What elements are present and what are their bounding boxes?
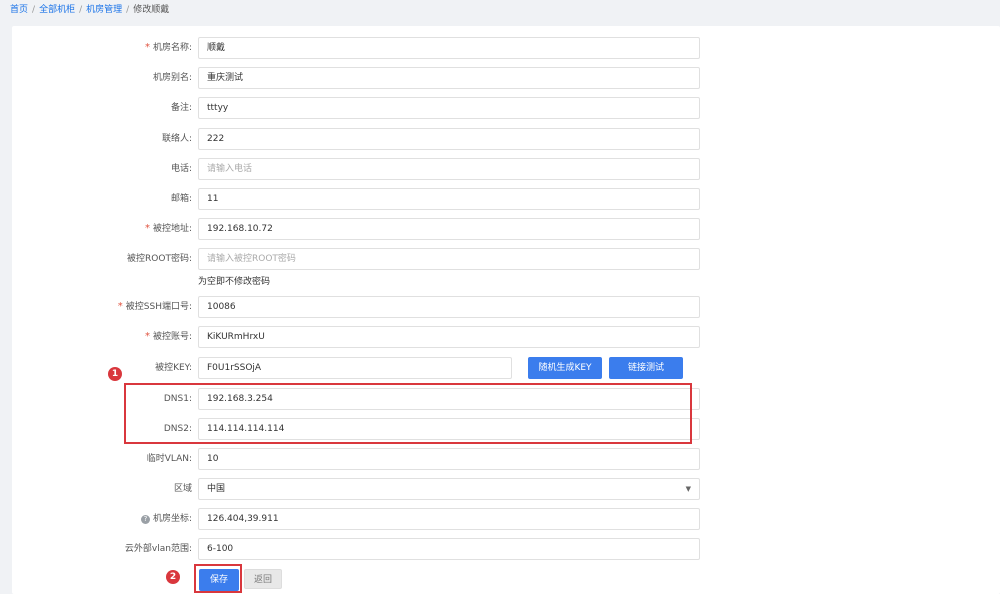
form-row-room-name: * 机房名称: [12,37,712,59]
form-row-email: 邮箱: [12,188,712,210]
ssh-port-input[interactable] [198,296,700,318]
temp-vlan-input[interactable] [198,448,700,470]
room-name-label: 机房名称: [152,43,192,53]
region-label: 区域 [173,484,192,494]
question-circle-icon[interactable]: ? [140,515,150,524]
email-label: 邮箱: [170,194,192,204]
form-row-contact: 联络人: [12,128,712,150]
vlan-range-label: 云外部vlan范围: [124,544,192,554]
required-mark: * [144,331,150,342]
form-row-phone: 电话: [12,158,712,180]
required-mark: * [144,42,150,53]
breadcrumb-separator: / [79,5,83,15]
email-input[interactable] [198,188,700,210]
form-row-vlan-range: 云外部vlan范围: [12,538,712,560]
breadcrumb-all-cabinets[interactable]: 全部机柜 [39,5,75,15]
phone-input[interactable] [198,158,700,180]
save-button[interactable]: 保存 [199,569,239,591]
room-alias-input[interactable] [198,67,700,89]
form-actions: 保存 返回 [12,569,712,591]
dns1-label: DNS1: [163,394,192,404]
form-row-dns2: DNS2: [12,418,712,440]
link-test-button[interactable]: 链接测试 [609,357,683,379]
breadcrumb-room-management[interactable]: 机房管理 [86,5,122,15]
key-label: 被控KEY: [155,363,192,373]
root-password-label: 被控ROOT密码: [127,254,192,264]
room-name-input[interactable] [198,37,700,59]
breadcrumb-separator: / [126,5,130,15]
remark-label: 备注: [170,103,192,113]
root-password-input[interactable] [198,248,700,270]
controlled-address-label: 被控地址: [152,224,192,234]
annotation-badge-1: 1 [108,367,122,381]
coordinates-label: 机房坐标: [152,514,192,524]
form-row-remark: 备注: [12,97,712,119]
form-row-dns1: DNS1: [12,388,712,410]
back-button[interactable]: 返回 [244,569,282,589]
random-key-button[interactable]: 随机生成KEY [528,357,602,379]
form-row-account: * 被控账号: [12,326,712,348]
phone-label: 电话: [170,164,192,174]
contact-input[interactable] [198,128,700,150]
required-mark: * [144,223,150,234]
region-select[interactable]: 中国 ▼ [198,478,700,500]
contact-label: 联络人: [161,134,192,144]
form-row-room-alias: 机房别名: [12,67,712,89]
temp-vlan-label: 临时VLAN: [146,454,192,464]
dns2-input[interactable] [198,418,700,440]
ssh-port-label: 被控SSH端口号: [125,302,192,312]
form-row-temp-vlan: 临时VLAN: [12,448,712,470]
form-row-ssh-port: * 被控SSH端口号: [12,296,712,318]
edit-room-form: *机房名称: 机房别名: 备注: 联络人: 电话: 邮箱: *被控地址: 被控R… [12,26,1000,594]
form-row-controlled-address: * 被控地址: [12,218,712,240]
controlled-address-input[interactable] [198,218,700,240]
coordinates-input[interactable] [198,508,700,530]
key-input[interactable] [198,357,512,379]
caret-down-icon: ▼ [685,485,691,493]
region-selected-value: 中国 [207,484,226,494]
room-alias-label: 机房别名: [152,73,192,83]
breadcrumb-separator: / [32,5,36,15]
dns2-label: DNS2: [163,424,192,434]
account-label: 被控账号: [152,332,192,342]
breadcrumb-current: 修改顺戴 [133,5,170,15]
required-mark: * [117,301,123,312]
breadcrumb: 首页 / 全部机柜 / 机房管理 / 修改顺戴 [10,3,169,17]
form-row-coordinates: ? 机房坐标: [12,508,712,530]
form-row-root-password: 被控ROOT密码: [12,248,712,270]
account-input[interactable] [198,326,700,348]
password-hint: 为空即不修改密码 [198,277,271,287]
annotation-badge-2: 2 [166,570,180,584]
dns1-input[interactable] [198,388,700,410]
vlan-range-input[interactable] [198,538,700,560]
form-row-region: 区域 中国 ▼ [12,478,712,500]
remark-input[interactable] [198,97,700,119]
breadcrumb-home[interactable]: 首页 [10,5,28,15]
